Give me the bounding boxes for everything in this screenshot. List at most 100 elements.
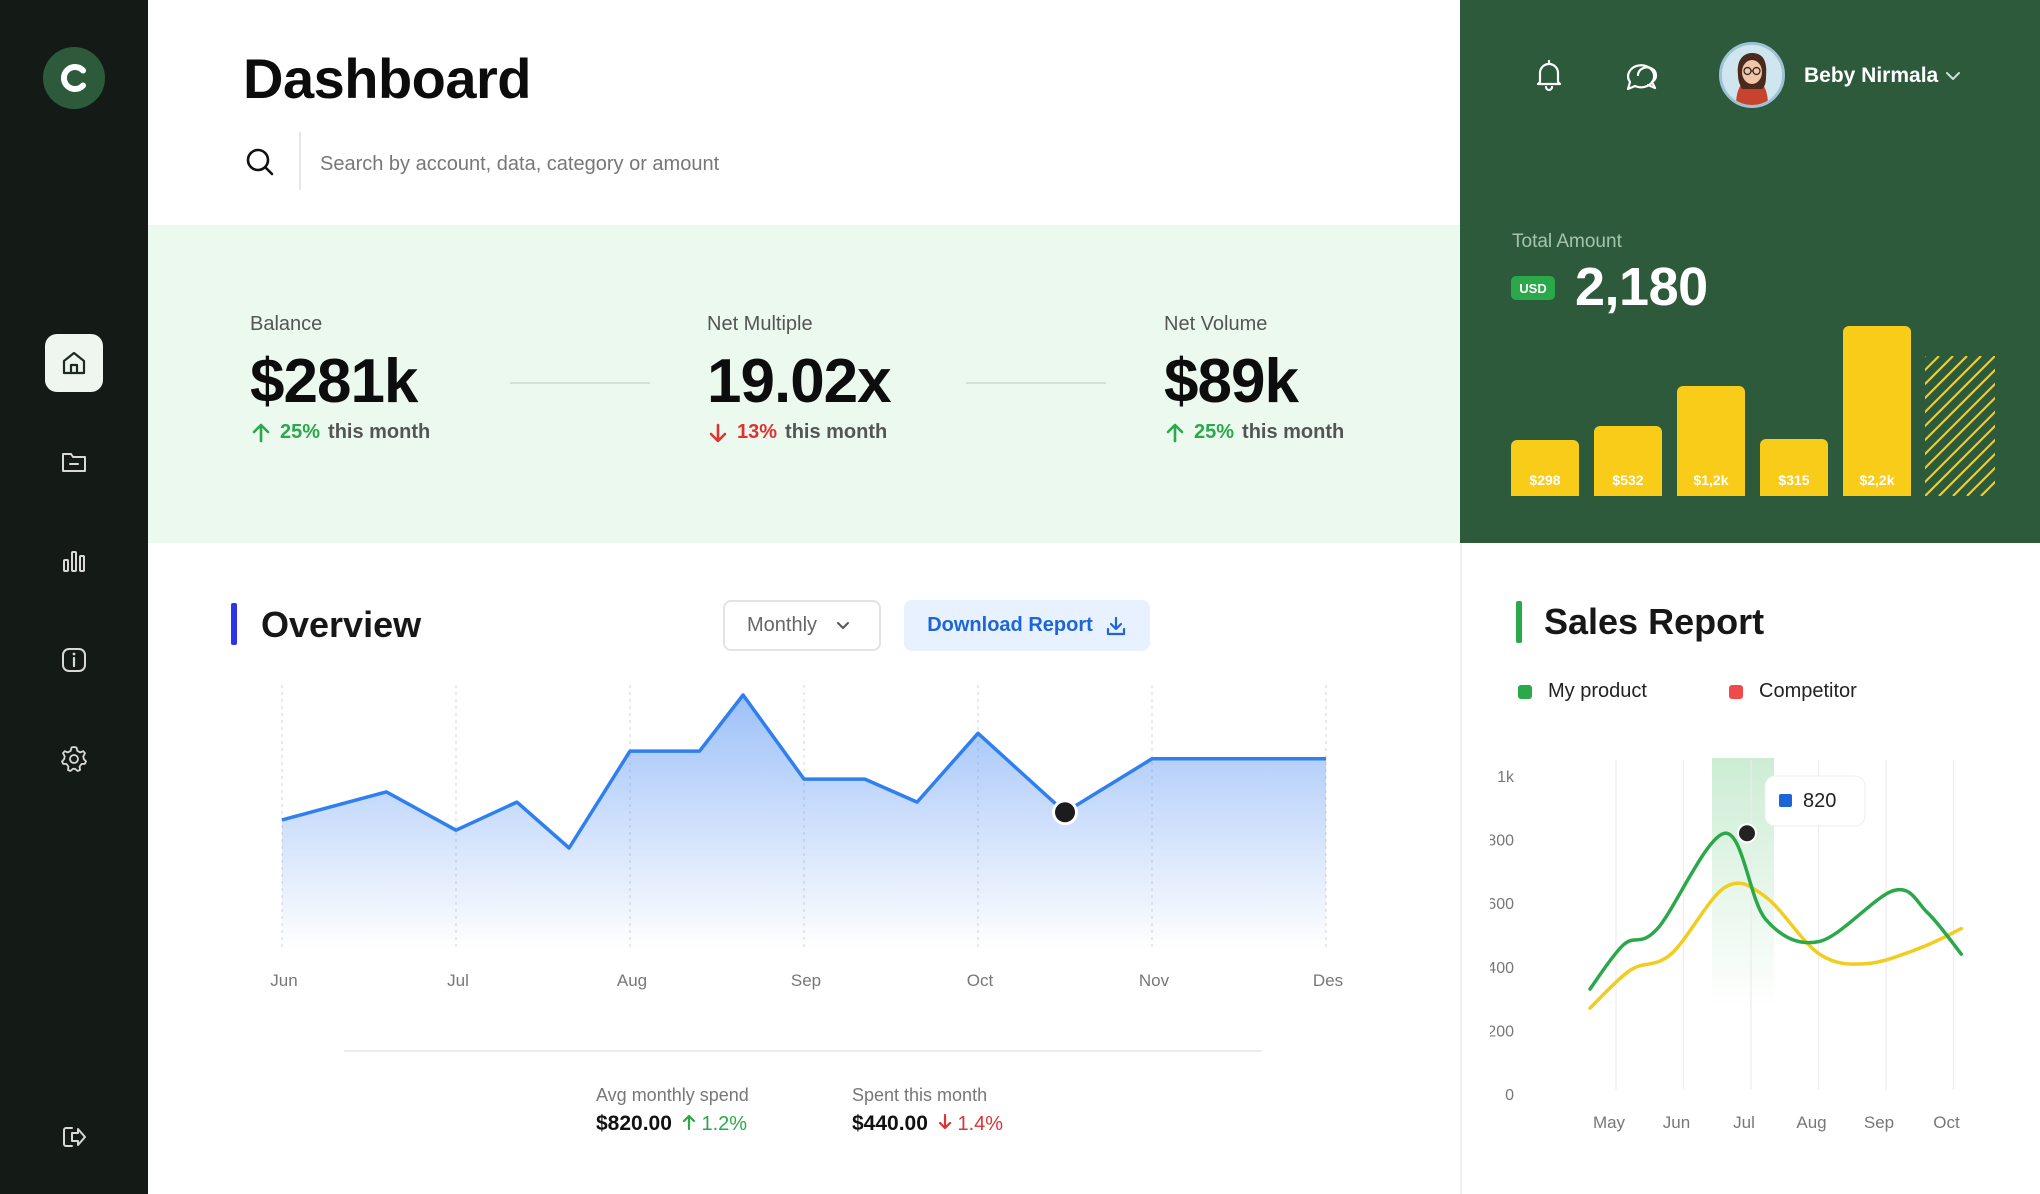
sidebar bbox=[0, 0, 148, 1194]
download-report-label: Download Report bbox=[927, 614, 1093, 636]
chat-icon[interactable] bbox=[1624, 58, 1660, 94]
stat-separator bbox=[966, 382, 1106, 384]
overview-title: Overview bbox=[261, 604, 422, 645]
sales-y-tick: 800 bbox=[1490, 833, 1514, 850]
stat-change-suffix: this month bbox=[785, 421, 888, 443]
total-amount-value: 2,180 bbox=[1575, 257, 1708, 317]
stat-label: Balance bbox=[250, 313, 323, 335]
stat-change-suffix: this month bbox=[1242, 421, 1345, 443]
summary-change: 1.4% bbox=[938, 1113, 1003, 1136]
stat-separator bbox=[510, 382, 650, 384]
sidebar-item-files[interactable] bbox=[45, 433, 103, 491]
summary-spent-this-month: Spent this month $440.00 1.4% bbox=[852, 1085, 1003, 1136]
avatar-image bbox=[1722, 45, 1782, 105]
legend-swatch bbox=[1518, 684, 1532, 699]
sidebar-item-settings[interactable] bbox=[45, 730, 103, 788]
sales-y-tick: 400 bbox=[1490, 960, 1514, 977]
logout-icon bbox=[63, 1127, 86, 1147]
total-bar: $315 bbox=[1760, 439, 1828, 496]
chevron-down-icon bbox=[837, 621, 850, 629]
sales-report-chart: May Jun Jul Aug Sep Oct 0 200 400 600 800 1k 820 bbox=[1490, 758, 1964, 1132]
logout-button[interactable] bbox=[45, 1108, 103, 1166]
bell-icon[interactable] bbox=[1532, 58, 1566, 92]
sales-x-tick: Jun bbox=[1663, 1113, 1690, 1132]
summary-value: $820.00 bbox=[596, 1112, 672, 1135]
overview-x-tick: Jul bbox=[447, 971, 469, 990]
summary-change-value: 1.2% bbox=[701, 1112, 748, 1135]
overview-x-tick: Nov bbox=[1139, 971, 1170, 990]
info-icon bbox=[62, 648, 86, 672]
total-bar-label: $2,2k bbox=[1859, 472, 1895, 488]
sales-series-line bbox=[1588, 881, 1964, 1010]
stat-value: $89k bbox=[1164, 347, 1299, 416]
stat-change: 25% this month bbox=[250, 421, 430, 444]
stat-value: 19.02x bbox=[707, 347, 892, 416]
summary-value-row: $440.00 1.4% bbox=[852, 1112, 1003, 1136]
sidebar-item-home[interactable] bbox=[45, 334, 103, 392]
arrow-up-icon bbox=[682, 1114, 696, 1130]
summary-label: Avg monthly spend bbox=[596, 1085, 749, 1105]
stat-change-suffix: this month bbox=[328, 421, 431, 443]
search-icon[interactable] bbox=[244, 146, 276, 178]
sales-x-tick: Oct bbox=[1933, 1113, 1960, 1132]
sidebar-item-info[interactable] bbox=[45, 631, 103, 689]
avatar[interactable] bbox=[1719, 42, 1785, 108]
tooltip-swatch bbox=[1779, 794, 1792, 807]
arrow-up-icon bbox=[252, 423, 270, 442]
period-select[interactable]: Monthly bbox=[723, 600, 881, 651]
overview-x-tick: Des bbox=[1313, 971, 1343, 990]
home-icon bbox=[62, 351, 86, 375]
legend-item-my-product: My product bbox=[1518, 680, 1647, 703]
tooltip-value: 820 bbox=[1803, 790, 1836, 812]
summary-change-value: 1.4% bbox=[957, 1112, 1004, 1135]
sales-y-tick: 0 bbox=[1505, 1087, 1514, 1104]
arrow-up-icon bbox=[1166, 423, 1184, 442]
total-bar: $1,2k bbox=[1677, 386, 1745, 496]
overview-x-tick: Jun bbox=[270, 971, 297, 990]
overview-x-tick: Oct bbox=[967, 971, 994, 990]
sales-accent-bar bbox=[1516, 601, 1522, 643]
total-bar: $2,2k bbox=[1843, 326, 1911, 496]
period-select-value: Monthly bbox=[747, 614, 818, 636]
overview-accent-bar bbox=[231, 603, 237, 645]
chevron-down-icon[interactable] bbox=[1944, 70, 1962, 82]
user-name[interactable]: Beby Nirmala bbox=[1804, 64, 1938, 88]
summary-avg-monthly-spend: Avg monthly spend $820.00 1.2% bbox=[596, 1085, 749, 1136]
sales-y-tick: 600 bbox=[1490, 896, 1514, 913]
stat-change: 13% this month bbox=[707, 421, 891, 444]
legend-label: My product bbox=[1548, 680, 1647, 702]
arrow-down-icon bbox=[709, 423, 727, 442]
section-divider bbox=[1460, 543, 1462, 1194]
placeholder-hatched-bar bbox=[1925, 356, 1995, 496]
total-bar: $298 bbox=[1511, 440, 1579, 496]
stat-net-volume: Net Volume $89k 25% this month bbox=[1164, 313, 1344, 444]
stat-label: Net Multiple bbox=[707, 313, 813, 335]
overview-x-tick: Sep bbox=[791, 971, 821, 990]
total-bar: $532 bbox=[1594, 426, 1662, 496]
legend-item-competitor: Competitor bbox=[1729, 680, 1857, 703]
sidebar-item-analytics[interactable] bbox=[45, 532, 103, 590]
download-icon bbox=[1106, 616, 1125, 635]
search-input[interactable] bbox=[320, 147, 1020, 181]
legend-label: Competitor bbox=[1759, 680, 1857, 702]
search-divider bbox=[299, 132, 301, 190]
stat-change-pct: 25% bbox=[280, 421, 321, 443]
gear-icon bbox=[61, 746, 87, 772]
sales-x-tick: May bbox=[1593, 1113, 1626, 1132]
sales-y-tick: 1k bbox=[1497, 769, 1515, 786]
stat-change-pct: 13% bbox=[737, 421, 778, 443]
stat-change-pct: 25% bbox=[1194, 421, 1235, 443]
sales-x-tick: Aug bbox=[1796, 1113, 1826, 1132]
stat-balance: Balance $281k 25% this month bbox=[250, 313, 430, 444]
total-bar-label: $298 bbox=[1529, 472, 1561, 488]
bar-chart-icon bbox=[63, 551, 85, 572]
download-report-button[interactable]: Download Report bbox=[904, 600, 1150, 651]
overview-chart: Jun Jul Aug Sep Oct Nov Des bbox=[270, 685, 1343, 990]
total-bar-label: $315 bbox=[1778, 472, 1810, 488]
app-logo[interactable] bbox=[43, 47, 105, 109]
tooltip-point bbox=[1739, 825, 1755, 842]
summary-value-row: $820.00 1.2% bbox=[596, 1112, 749, 1136]
page-title: Dashboard bbox=[243, 47, 532, 110]
currency-badge: USD bbox=[1511, 276, 1555, 300]
logo-c-icon bbox=[60, 64, 86, 92]
